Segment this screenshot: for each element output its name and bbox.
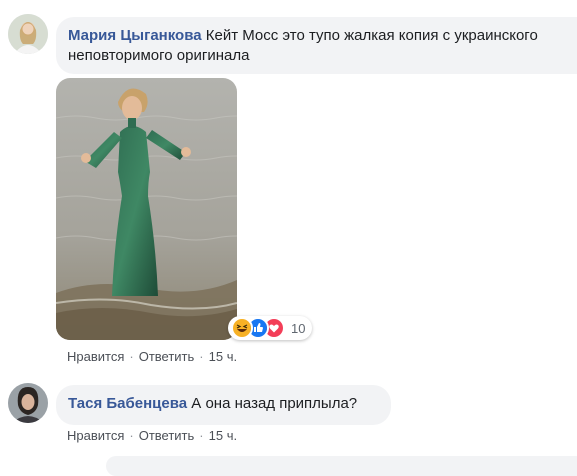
comment-bubble: Мария Цыганкова Кейт Мосс это тупо жалка…	[56, 17, 577, 74]
reply-link[interactable]: Ответить	[139, 349, 195, 364]
reply-input[interactable]	[106, 456, 577, 476]
comment-photo[interactable]	[56, 78, 237, 340]
like-link[interactable]: Нравится	[67, 349, 124, 364]
avatar[interactable]	[8, 14, 48, 54]
avatar-photo	[8, 14, 48, 54]
comment-author[interactable]: Тася Бабенцева	[68, 395, 187, 412]
reply-link[interactable]: Ответить	[139, 428, 195, 443]
comment-actions: Нравится · Ответить · 15 ч.	[67, 428, 237, 443]
timestamp-link[interactable]: 15 ч.	[209, 428, 237, 443]
separator: ·	[129, 349, 134, 364]
comment-actions: Нравится · Ответить · 15 ч.	[67, 349, 237, 364]
reactions-count: 10	[291, 320, 306, 336]
haha-icon	[231, 317, 253, 339]
separator: ·	[129, 428, 134, 443]
comment-bubble: Тася Бабенцева А она назад приплыла?	[56, 385, 391, 425]
separator: ·	[199, 428, 204, 443]
like-link[interactable]: Нравится	[67, 428, 124, 443]
timestamp-link[interactable]: 15 ч.	[209, 349, 237, 364]
avatar[interactable]	[8, 383, 48, 423]
avatar-photo	[8, 383, 48, 423]
reactions-summary[interactable]: 10	[228, 316, 312, 340]
comment-author[interactable]: Мария Цыганкова	[68, 27, 202, 44]
separator: ·	[199, 349, 204, 364]
comment-text: А она назад приплыла?	[191, 395, 358, 412]
